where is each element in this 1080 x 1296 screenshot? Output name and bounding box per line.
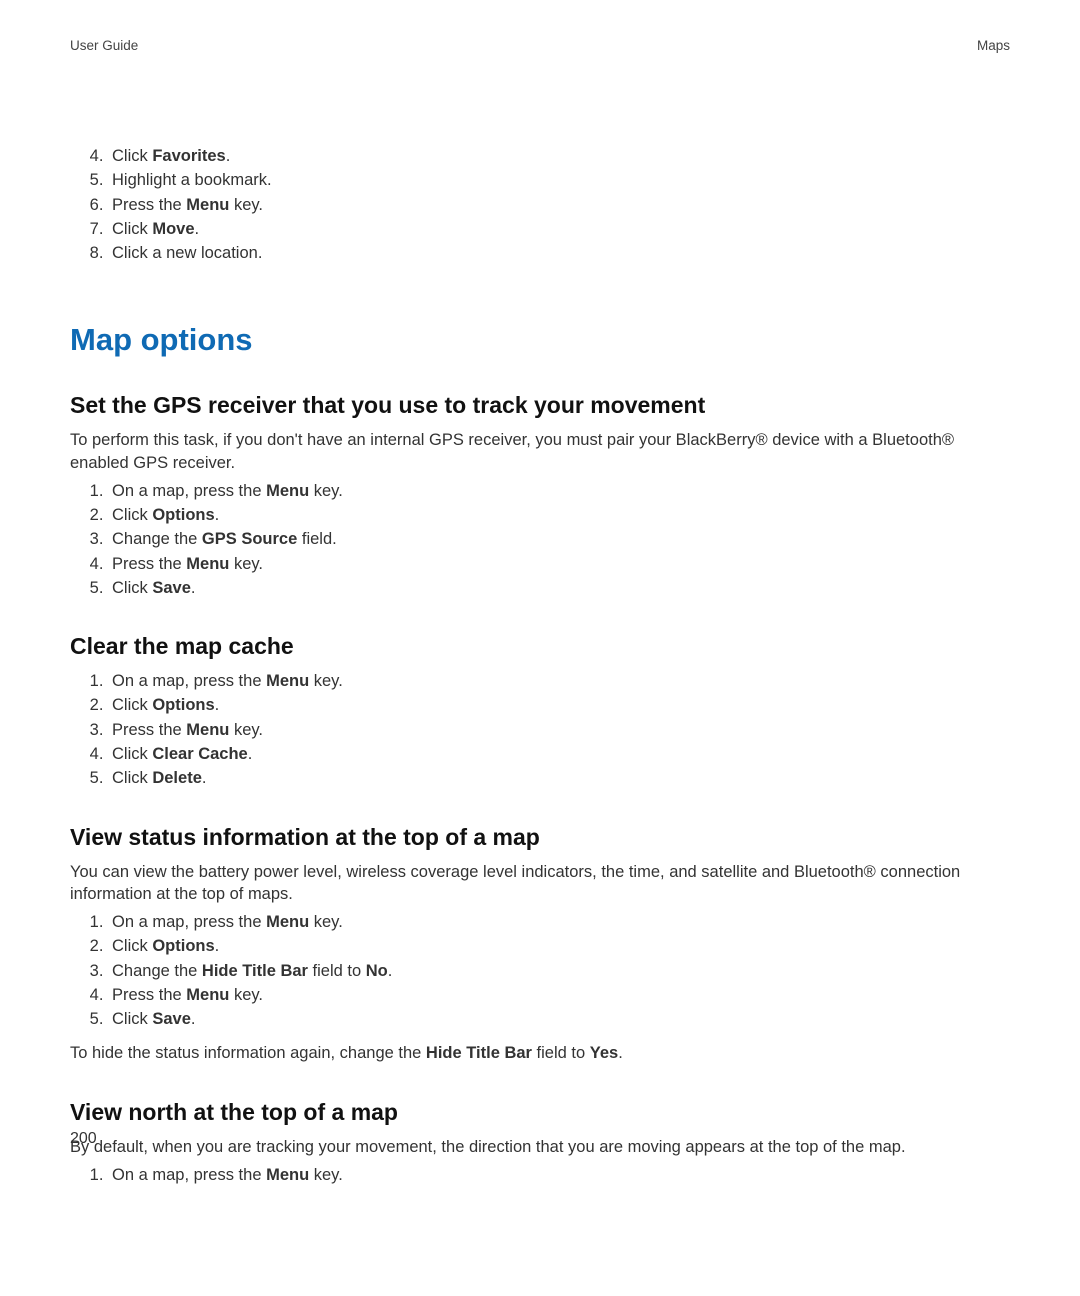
- list-item: Click Delete.: [108, 767, 1010, 789]
- list-item: Change the GPS Source field.: [108, 528, 1010, 550]
- list-item: Click a new location.: [108, 242, 1010, 264]
- steps-list: On a map, press the Menu key.Click Optio…: [76, 480, 1010, 599]
- steps-list: On a map, press the Menu key.: [76, 1164, 1010, 1186]
- subsection-heading: Clear the map cache: [70, 633, 1010, 660]
- header-left: User Guide: [70, 38, 138, 53]
- intro-paragraph: You can view the battery power level, wi…: [70, 861, 1010, 906]
- header-right: Maps: [977, 38, 1010, 53]
- list-item: On a map, press the Menu key.: [108, 670, 1010, 692]
- subsections-container: Set the GPS receiver that you use to tra…: [70, 392, 1010, 1186]
- list-item: Click Options.: [108, 694, 1010, 716]
- list-item: Press the Menu key.: [108, 194, 1010, 216]
- list-item: Press the Menu key.: [108, 553, 1010, 575]
- list-item: Press the Menu key.: [108, 984, 1010, 1006]
- list-item: Click Options.: [108, 504, 1010, 526]
- page-container: User Guide Maps Click Favorites.Highligh…: [0, 0, 1080, 1296]
- intro-paragraph: By default, when you are tracking your m…: [70, 1136, 1010, 1158]
- section-heading: Map options: [70, 322, 1010, 358]
- subsection-heading: View status information at the top of a …: [70, 824, 1010, 851]
- list-item: Click Move.: [108, 218, 1010, 240]
- list-item: Click Save.: [108, 577, 1010, 599]
- page-number: 200: [70, 1130, 97, 1148]
- list-item: Highlight a bookmark.: [108, 169, 1010, 191]
- steps-list: On a map, press the Menu key.Click Optio…: [76, 670, 1010, 789]
- list-item: Click Favorites.: [108, 145, 1010, 167]
- subsection-heading: View north at the top of a map: [70, 1099, 1010, 1126]
- steps-list: On a map, press the Menu key.Click Optio…: [76, 911, 1010, 1030]
- list-item: Click Options.: [108, 935, 1010, 957]
- subsection-heading: Set the GPS receiver that you use to tra…: [70, 392, 1010, 419]
- continued-steps-list: Click Favorites.Highlight a bookmark. Pre…: [76, 145, 1010, 264]
- intro-paragraph: To perform this task, if you don't have …: [70, 429, 1010, 474]
- outro-paragraph: To hide the status information again, ch…: [70, 1042, 1010, 1064]
- list-item: Click Save.: [108, 1008, 1010, 1030]
- list-item: On a map, press the Menu key.: [108, 480, 1010, 502]
- list-item: Click Clear Cache.: [108, 743, 1010, 765]
- list-item: Change the Hide Title Bar field to No.: [108, 960, 1010, 982]
- header-row: User Guide Maps: [70, 38, 1010, 53]
- list-item: On a map, press the Menu key.: [108, 911, 1010, 933]
- list-item: Press the Menu key.: [108, 719, 1010, 741]
- list-item: On a map, press the Menu key.: [108, 1164, 1010, 1186]
- content-area: Click Favorites.Highlight a bookmark. Pre…: [70, 145, 1010, 1186]
